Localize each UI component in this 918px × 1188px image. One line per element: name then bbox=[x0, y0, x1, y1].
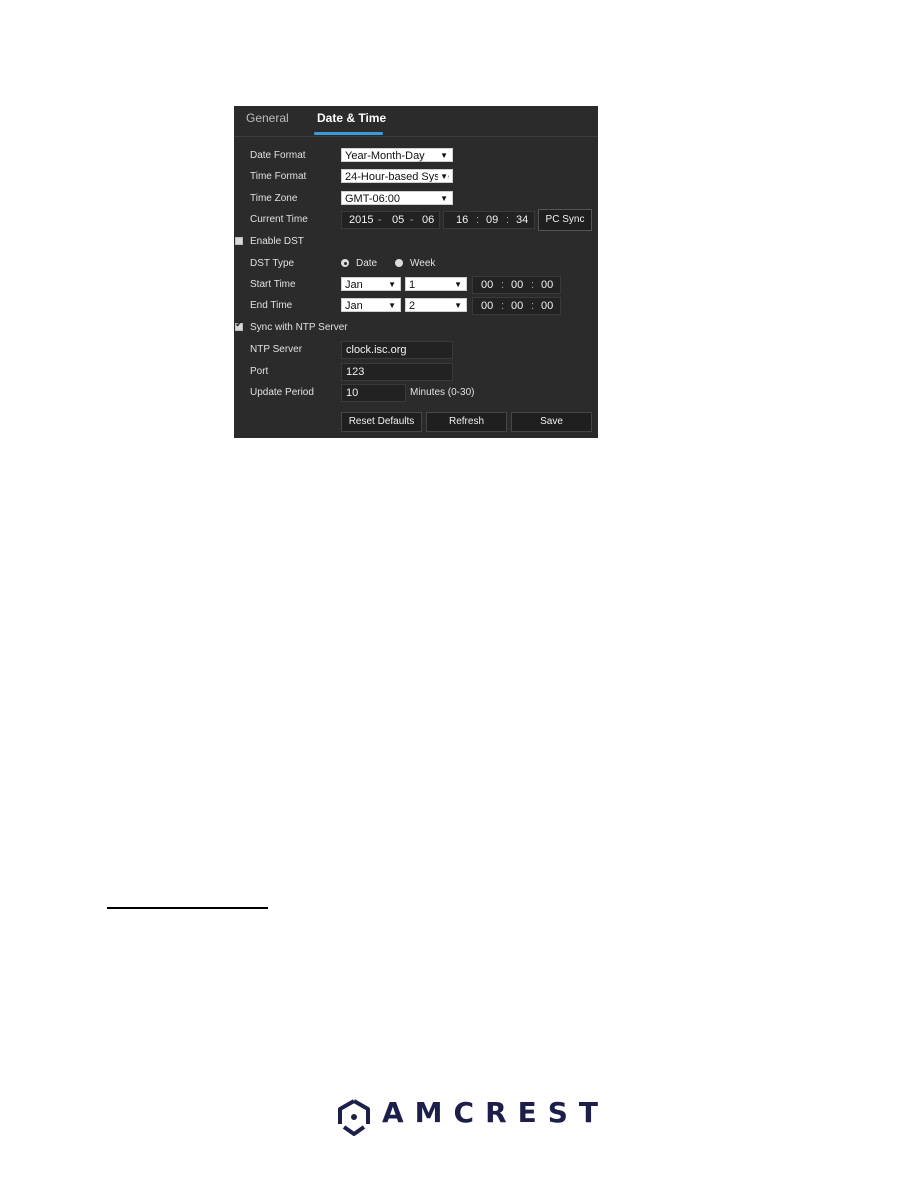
start-day-select[interactable]: 1 ▼ bbox=[405, 277, 467, 291]
end-time-label: End Time bbox=[250, 300, 293, 311]
ntp-server-input[interactable]: clock.isc.org bbox=[341, 341, 453, 359]
date-format-select[interactable]: Year-Month-Day ▼ bbox=[341, 148, 453, 162]
time-zone-select[interactable]: GMT-06:00 ▼ bbox=[341, 191, 453, 205]
start-hour: 00 bbox=[481, 279, 494, 291]
amcrest-wordmark: AMCREST bbox=[382, 1096, 610, 1129]
sync-ntp-label: Sync with NTP Server bbox=[250, 322, 348, 333]
port-label: Port bbox=[250, 366, 269, 377]
end-minute: 00 bbox=[511, 300, 524, 312]
refresh-button[interactable]: Refresh bbox=[426, 412, 507, 432]
sync-ntp-checkbox[interactable] bbox=[235, 319, 243, 331]
dst-type-date-label: Date bbox=[356, 258, 378, 269]
section-underline bbox=[107, 907, 268, 909]
date-separator: - bbox=[378, 214, 382, 226]
date-day: 06 bbox=[422, 214, 435, 226]
start-second: 00 bbox=[541, 279, 554, 291]
enable-dst-checkbox[interactable] bbox=[235, 237, 243, 245]
date-month: 05 bbox=[392, 214, 405, 226]
end-time-field[interactable]: 00 : 00 : 00 bbox=[472, 297, 561, 315]
chevron-down-icon: ▼ bbox=[388, 280, 396, 289]
date-separator: - bbox=[410, 214, 414, 226]
save-button[interactable]: Save bbox=[511, 412, 592, 432]
end-day-select[interactable]: 2 ▼ bbox=[405, 298, 467, 312]
end-hour: 00 bbox=[481, 300, 494, 312]
time-separator: : bbox=[506, 214, 510, 226]
dst-type-week-label: Week bbox=[410, 258, 436, 269]
start-time-label: Start Time bbox=[250, 279, 296, 290]
tab-date-time[interactable]: Date & Time bbox=[317, 111, 386, 125]
date-year: 2015 bbox=[349, 214, 374, 226]
ntp-server-label: NTP Server bbox=[250, 344, 303, 355]
chevron-down-icon: ▼ bbox=[440, 151, 448, 160]
time-minute: 09 bbox=[486, 214, 499, 226]
time-zone-label: Time Zone bbox=[250, 193, 298, 204]
port-input[interactable]: 123 bbox=[341, 363, 453, 381]
end-month-select[interactable]: Jan ▼ bbox=[341, 298, 401, 312]
time-zone-value: GMT-06:00 bbox=[345, 193, 401, 205]
update-period-label: Update Period bbox=[250, 387, 314, 398]
time-second: 34 bbox=[516, 214, 529, 226]
chevron-down-icon: ▼ bbox=[454, 280, 462, 289]
start-month-value: Jan bbox=[345, 279, 363, 291]
amcrest-logo-icon bbox=[338, 1099, 370, 1136]
date-format-value: Year-Month-Day bbox=[345, 150, 425, 162]
date-format-label: Date Format bbox=[250, 150, 306, 161]
time-hour: 16 bbox=[456, 214, 469, 226]
start-time-field[interactable]: 00 : 00 : 00 bbox=[472, 276, 561, 294]
time-format-label: Time Format bbox=[250, 171, 307, 182]
end-second: 00 bbox=[541, 300, 554, 312]
time-format-value: 24-Hour-based Syste bbox=[345, 171, 449, 183]
dst-type-date-radio[interactable] bbox=[341, 259, 349, 267]
time-separator: : bbox=[476, 214, 480, 226]
current-date-field[interactable]: 2015 - 05 - 06 bbox=[341, 211, 440, 229]
chevron-down-icon: ▼ bbox=[388, 301, 396, 310]
start-minute: 00 bbox=[511, 279, 524, 291]
dst-type-week-radio[interactable] bbox=[395, 259, 403, 267]
update-period-input[interactable]: 10 bbox=[341, 384, 406, 402]
reset-defaults-button[interactable]: Reset Defaults bbox=[341, 412, 422, 432]
enable-dst-label: Enable DST bbox=[250, 236, 304, 247]
current-time-label: Current Time bbox=[250, 214, 308, 225]
chevron-down-icon: ▼ bbox=[454, 301, 462, 310]
tab-bar: General Date & Time bbox=[234, 106, 598, 137]
end-day-value: 2 bbox=[409, 300, 416, 312]
dst-type-label: DST Type bbox=[250, 258, 295, 269]
start-month-select[interactable]: Jan ▼ bbox=[341, 277, 401, 291]
end-month-value: Jan bbox=[345, 300, 363, 312]
date-time-settings-panel: General Date & Time Date Format Year-Mon… bbox=[234, 106, 598, 438]
chevron-down-icon: ▼ bbox=[438, 170, 448, 182]
tab-general[interactable]: General bbox=[246, 111, 289, 125]
active-tab-indicator bbox=[314, 132, 383, 135]
amcrest-logo: AMCREST bbox=[336, 1096, 598, 1138]
start-day-value: 1 bbox=[409, 279, 416, 291]
pc-sync-button[interactable]: PC Sync bbox=[538, 209, 592, 231]
update-period-unit: Minutes (0-30) bbox=[410, 387, 475, 398]
time-format-select[interactable]: 24-Hour-based Syste ▼ bbox=[341, 169, 453, 183]
chevron-down-icon: ▼ bbox=[440, 194, 448, 203]
current-time-field[interactable]: 16 : 09 : 34 bbox=[443, 211, 535, 229]
